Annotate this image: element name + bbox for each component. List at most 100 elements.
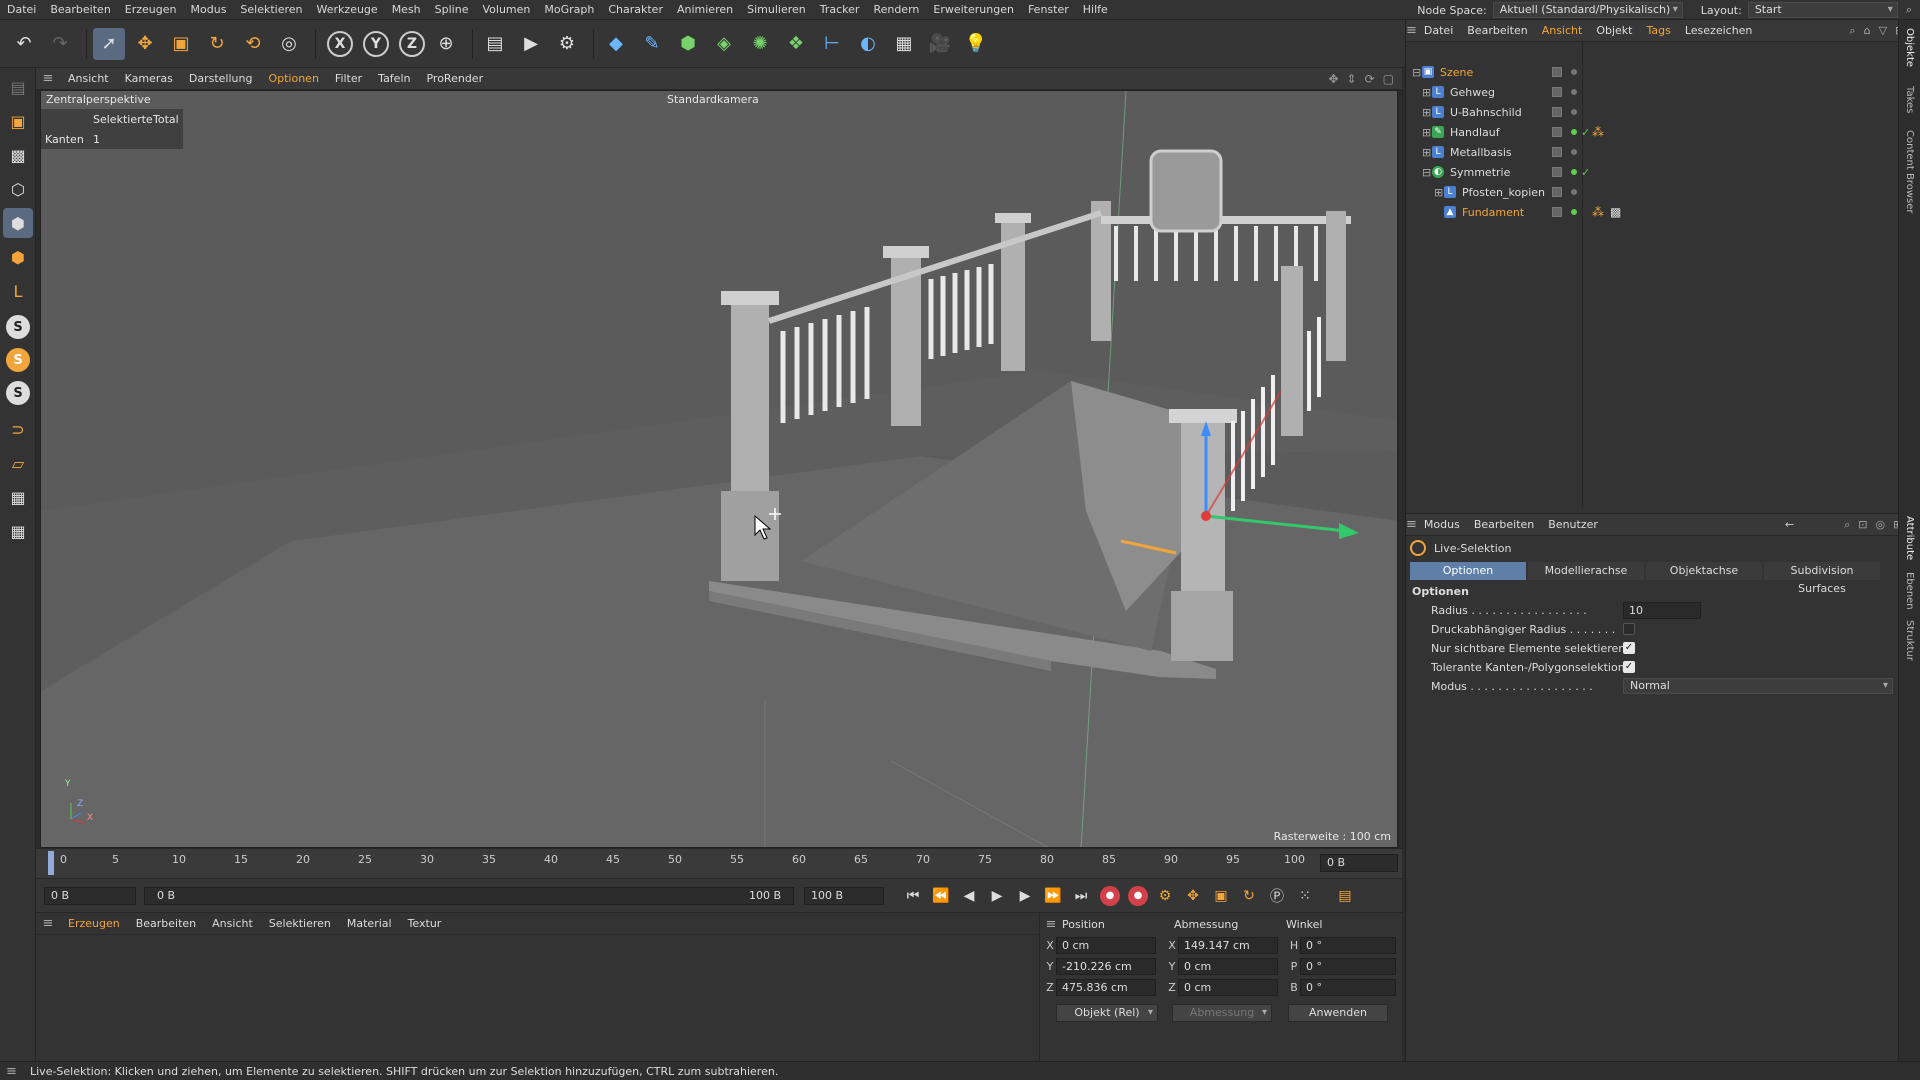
hamburger-icon[interactable]: ≡	[1406, 23, 1417, 38]
viewport-menu-prorender[interactable]: ProRender	[418, 72, 491, 85]
goto-end-icon[interactable]: ⏭	[1068, 884, 1094, 908]
search-icon[interactable]: ⌕	[1849, 24, 1855, 38]
menu-rendern[interactable]: Rendern	[866, 0, 926, 20]
rot-p-field[interactable]: 0 °	[1300, 958, 1396, 975]
rot-b-field[interactable]: 0 °	[1300, 979, 1396, 996]
key-position-icon[interactable]: ✥	[1180, 884, 1206, 908]
menu-tracker[interactable]: Tracker	[813, 0, 867, 20]
quantize-icon[interactable]: ▦	[3, 516, 33, 546]
render-dot[interactable]	[1571, 209, 1577, 215]
x-axis-lock-button[interactable]: X	[327, 30, 353, 57]
tab-subdivision-surfaces[interactable]: Subdivision Surfaces	[1764, 562, 1880, 595]
subdivision-icon[interactable]: ⬢	[672, 28, 704, 60]
timeline-window-icon[interactable]: ▤	[1332, 884, 1358, 908]
menu-selektieren[interactable]: Selektieren	[233, 0, 309, 20]
size-x-field[interactable]: 149.147 cm	[1178, 937, 1278, 954]
pos-x-field[interactable]: 0 cm	[1056, 937, 1156, 954]
attribute-menu-bearbeiten[interactable]: Bearbeiten	[1467, 518, 1541, 531]
material-menu-bearbeiten[interactable]: Bearbeiten	[128, 917, 204, 930]
solo-hierarchy-icon[interactable]: S	[6, 348, 30, 372]
enabled-check-icon[interactable]: ✓	[1581, 126, 1590, 139]
autokey-icon[interactable]: ●	[1128, 885, 1148, 906]
keyframe-selection-icon[interactable]: ⚙	[1152, 884, 1178, 908]
hamburger-icon[interactable]: ≡	[1406, 517, 1417, 532]
pressure-radius-checkbox[interactable]	[1623, 623, 1635, 635]
camera-icon[interactable]: 🎥	[924, 28, 956, 60]
playhead[interactable]	[48, 851, 54, 875]
attribute-menu-modus[interactable]: Modus	[1417, 518, 1467, 531]
magnet-icon[interactable]: ⊃	[3, 414, 33, 444]
edges-mode-icon[interactable]: ⬢	[3, 208, 33, 238]
menu-charakter[interactable]: Charakter	[601, 0, 670, 20]
material-tag-icon[interactable]: ⁂	[1592, 125, 1604, 139]
expand-icon[interactable]: ⊞	[1422, 86, 1432, 99]
visibility-toggle[interactable]	[1552, 167, 1562, 177]
render-view-icon[interactable]: ▶	[515, 28, 547, 60]
model-mode-icon[interactable]: ▣	[3, 106, 33, 136]
key-scale-icon[interactable]: ▣	[1208, 884, 1234, 908]
viewport-menu-filter[interactable]: Filter	[327, 72, 370, 85]
pen-icon[interactable]: ✎	[636, 28, 668, 60]
tab-ebenen[interactable]: Ebenen	[1904, 572, 1915, 610]
node-space-dropdown[interactable]: Aktuell (Standard/Physikalisch)	[1492, 2, 1683, 18]
material-menu-ansicht[interactable]: Ansicht	[204, 917, 261, 930]
target-icon[interactable]: ◎	[1876, 518, 1886, 531]
render-dot[interactable]	[1571, 69, 1577, 75]
current-frame-field[interactable]: 0 B	[1320, 854, 1398, 872]
search-icon[interactable]: ⌕	[1906, 3, 1912, 17]
z-axis-lock-button[interactable]: Z	[399, 30, 425, 57]
hamburger-icon[interactable]: ≡	[36, 71, 60, 86]
orbit-icon[interactable]: ⟳	[1365, 72, 1375, 86]
rotate-icon[interactable]: ↻	[201, 28, 233, 60]
object-menu-objekt[interactable]: Objekt	[1589, 24, 1639, 37]
expand-icon[interactable]: ⊟	[1422, 166, 1432, 179]
prev-key-icon[interactable]: ⏪	[928, 884, 954, 908]
menu-erweiterungen[interactable]: Erweiterungen	[926, 0, 1021, 20]
object-row-metallbasis[interactable]: ⊞ L Metallbasis	[1406, 142, 1899, 162]
workplane-icon[interactable]: ▱	[3, 448, 33, 478]
hamburger-icon[interactable]: ≡	[6, 1064, 17, 1079]
pos-z-field[interactable]: 475.836 cm	[1056, 979, 1156, 996]
snap-icon[interactable]: ▦	[3, 482, 33, 512]
viewport-menu-optionen[interactable]: Optionen	[260, 72, 326, 85]
coord-mode-dropdown[interactable]: Objekt (Rel)	[1056, 1003, 1158, 1022]
floor-icon[interactable]: ▦	[888, 28, 920, 60]
render-dot[interactable]	[1571, 149, 1577, 155]
pos-y-field[interactable]: -210.226 cm	[1056, 958, 1156, 975]
viewport-menu-ansicht[interactable]: Ansicht	[60, 72, 117, 85]
next-frame-icon[interactable]: ▶	[1012, 884, 1038, 908]
goto-start-icon[interactable]: ⏮	[900, 884, 926, 908]
menu-datei[interactable]: Datei	[0, 0, 43, 20]
search-icon[interactable]: ⌕	[1844, 518, 1850, 532]
visibility-toggle[interactable]	[1552, 127, 1562, 137]
menu-fenster[interactable]: Fenster	[1021, 0, 1076, 20]
prev-frame-icon[interactable]: ◀	[956, 884, 982, 908]
material-menu-erzeugen[interactable]: Erzeugen	[60, 917, 128, 930]
tab-objektachse[interactable]: Objektachse	[1646, 562, 1762, 580]
expand-icon[interactable]: ⊟	[1412, 66, 1422, 79]
cloner-icon[interactable]: ✺	[744, 28, 776, 60]
play-icon[interactable]: ▶	[984, 884, 1010, 908]
recent-tool-icon[interactable]: ◎	[273, 28, 305, 60]
camera-label[interactable]: Standardkamera	[667, 93, 759, 106]
tab-takes[interactable]: Takes	[1904, 86, 1915, 113]
object-menu-bearbeiten[interactable]: Bearbeiten	[1460, 24, 1534, 37]
menu-hilfe[interactable]: Hilfe	[1076, 0, 1115, 20]
visibility-toggle[interactable]	[1552, 87, 1562, 97]
cube-icon[interactable]: ◆	[600, 28, 632, 60]
object-row-gehweg[interactable]: ⊞ L Gehweg	[1406, 82, 1899, 102]
polygons-mode-icon[interactable]: ⬢	[3, 242, 33, 272]
visible-only-checkbox[interactable]: ✓	[1623, 642, 1635, 654]
tab-modellierachse[interactable]: Modellierachse	[1528, 562, 1644, 580]
coordinate-system-icon[interactable]: ⊕	[430, 28, 462, 60]
radius-field[interactable]: 10	[1623, 601, 1701, 619]
mograph-icon[interactable]: ❖	[780, 28, 812, 60]
filter-icon[interactable]: ▽	[1879, 24, 1887, 37]
tolerant-selection-checkbox[interactable]: ✓	[1623, 661, 1635, 673]
tab-optionen[interactable]: Optionen	[1410, 562, 1526, 580]
next-key-icon[interactable]: ⏩	[1040, 884, 1066, 908]
menu-animieren[interactable]: Animieren	[670, 0, 740, 20]
home-icon[interactable]: ⌂	[1864, 24, 1871, 37]
menu-simulieren[interactable]: Simulieren	[740, 0, 813, 20]
hamburger-icon[interactable]: ≡	[1040, 917, 1062, 932]
